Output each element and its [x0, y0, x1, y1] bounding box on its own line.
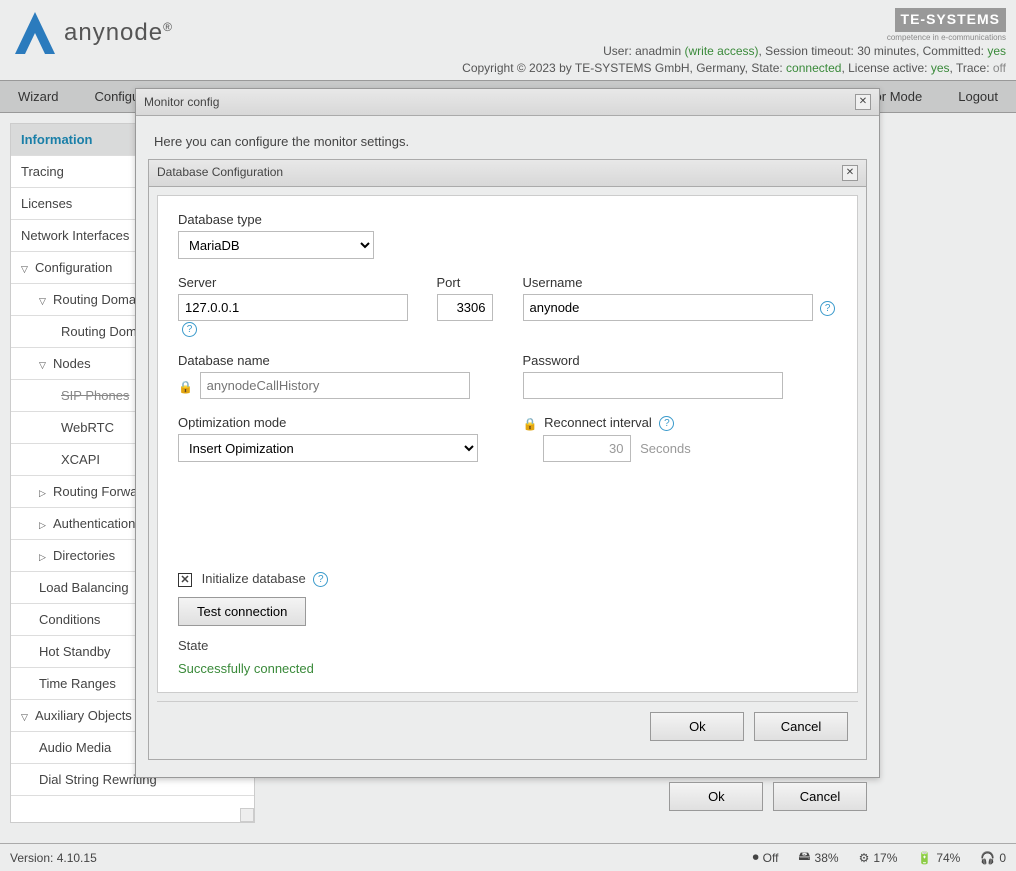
ok-button[interactable]: Ok	[650, 712, 744, 741]
sidebar-item-label: Authentication	[53, 516, 135, 531]
status-ports: 🎧0	[980, 851, 1006, 865]
cancel-button[interactable]: Cancel	[754, 712, 848, 741]
reconnect-input[interactable]	[543, 435, 631, 462]
test-connection-button[interactable]: Test connection	[178, 597, 306, 626]
dialog-titlebar[interactable]: Monitor config ✕	[136, 89, 879, 116]
chevron-down-icon: ▽	[21, 712, 31, 723]
statusbar: Version: 4.10.15 ⏺Off 🖴38% ⚙17% 🔋74% 🎧0	[0, 843, 1016, 871]
chevron-right-icon: ▷	[39, 552, 49, 563]
inner-titlebar[interactable]: Database Configuration ✕	[149, 160, 866, 187]
chevron-down-icon: ▽	[39, 360, 49, 371]
port-label: Port	[437, 275, 493, 290]
status-recording: ⏺Off	[753, 850, 779, 865]
dbname-input[interactable]	[200, 372, 470, 399]
optmode-label: Optimization mode	[178, 415, 493, 430]
seconds-label: Seconds	[640, 441, 691, 456]
sidebar-item-label: Hot Standby	[39, 644, 111, 659]
optmode-select[interactable]: Insert Opimization	[178, 434, 478, 462]
lock-icon: 🔒	[178, 380, 190, 394]
cancel-button[interactable]: Cancel	[773, 782, 867, 811]
chevron-right-icon: ▷	[39, 488, 49, 499]
sidebar-item-label: Network Interfaces	[21, 228, 129, 243]
reconnect-label: 🔒 Reconnect interval ?	[523, 415, 838, 431]
sidebar-item-label: WebRTC	[61, 420, 114, 435]
sidebar-item-label: Time Ranges	[39, 676, 116, 691]
dbtype-select[interactable]: MariaDB	[178, 231, 374, 259]
sidebar-item-label: Licenses	[21, 196, 72, 211]
sidebar-item-label: Load Balancing	[39, 580, 129, 595]
help-icon[interactable]: ?	[313, 572, 328, 587]
database-config-dialog: Database Configuration ✕ Database type M…	[148, 159, 867, 760]
cpu-icon: ⚙	[859, 851, 870, 865]
monitor-config-dialog: Monitor config ✕ Here you can configure …	[135, 88, 880, 778]
dbname-label: Database name	[178, 353, 493, 368]
sidebar-item-label: Configuration	[35, 260, 112, 275]
sidebar-item-label: Directories	[53, 548, 115, 563]
username-label: Username	[523, 275, 838, 290]
state-value: Successfully connected	[178, 661, 837, 676]
sidebar-item-label: Auxiliary Objects	[35, 708, 132, 723]
inner-title: Database Configuration	[157, 165, 283, 181]
init-db-checkbox[interactable]: ✕	[178, 573, 192, 587]
vendor-logo: TE-SYSTEMS	[895, 8, 1006, 32]
username-input[interactable]	[523, 294, 813, 321]
dialog-title: Monitor config	[144, 95, 219, 109]
init-db-label: Initialize database	[202, 571, 306, 586]
app-header: anynode® TE-SYSTEMS competence in e-comm…	[0, 0, 1016, 80]
help-icon[interactable]: ?	[820, 301, 835, 316]
server-label: Server	[178, 275, 417, 290]
ports-icon: 🎧	[980, 851, 995, 865]
nav-logout[interactable]: Logout	[940, 81, 1016, 112]
record-icon: ⏺	[753, 850, 759, 865]
server-input[interactable]	[178, 294, 408, 321]
state-label: State	[178, 638, 837, 653]
sidebar-item-label: Information	[21, 132, 93, 147]
dbtype-label: Database type	[178, 212, 493, 227]
chevron-down-icon: ▽	[39, 296, 49, 307]
chevron-down-icon: ▽	[21, 264, 31, 275]
help-icon[interactable]: ?	[659, 416, 674, 431]
nav-wizard[interactable]: Wizard	[0, 81, 76, 112]
chevron-right-icon: ▷	[39, 520, 49, 531]
sidebar-item-label: Tracing	[21, 164, 64, 179]
header-info: TE-SYSTEMS competence in e-communication…	[462, 8, 1006, 76]
sidebar-item-label: SIP Phones	[61, 388, 129, 403]
status-battery: 🔋74%	[917, 851, 960, 865]
battery-icon: 🔋	[917, 851, 932, 865]
logo-text: anynode®	[64, 19, 173, 47]
close-icon[interactable]: ✕	[842, 165, 858, 181]
port-input[interactable]	[437, 294, 493, 321]
password-input[interactable]	[523, 372, 783, 399]
close-icon[interactable]: ✕	[855, 94, 871, 110]
dialog-desc: Here you can configure the monitor setti…	[148, 128, 867, 159]
help-icon[interactable]: ?	[182, 322, 197, 337]
sidebar-item-label: Conditions	[39, 612, 100, 627]
password-label: Password	[523, 353, 838, 368]
status-disk: 🖴38%	[798, 847, 838, 868]
disk-icon: 🖴	[798, 847, 810, 868]
sidebar-item-label: XCAPI	[61, 452, 100, 467]
sidebar-item-label: Nodes	[53, 356, 91, 371]
logo: anynode®	[10, 8, 173, 58]
sidebar-item-label: Audio Media	[39, 740, 111, 755]
logo-icon	[10, 8, 60, 58]
status-cpu: ⚙17%	[859, 851, 898, 865]
ok-button[interactable]: Ok	[669, 782, 763, 811]
lock-icon: 🔒	[523, 417, 535, 431]
